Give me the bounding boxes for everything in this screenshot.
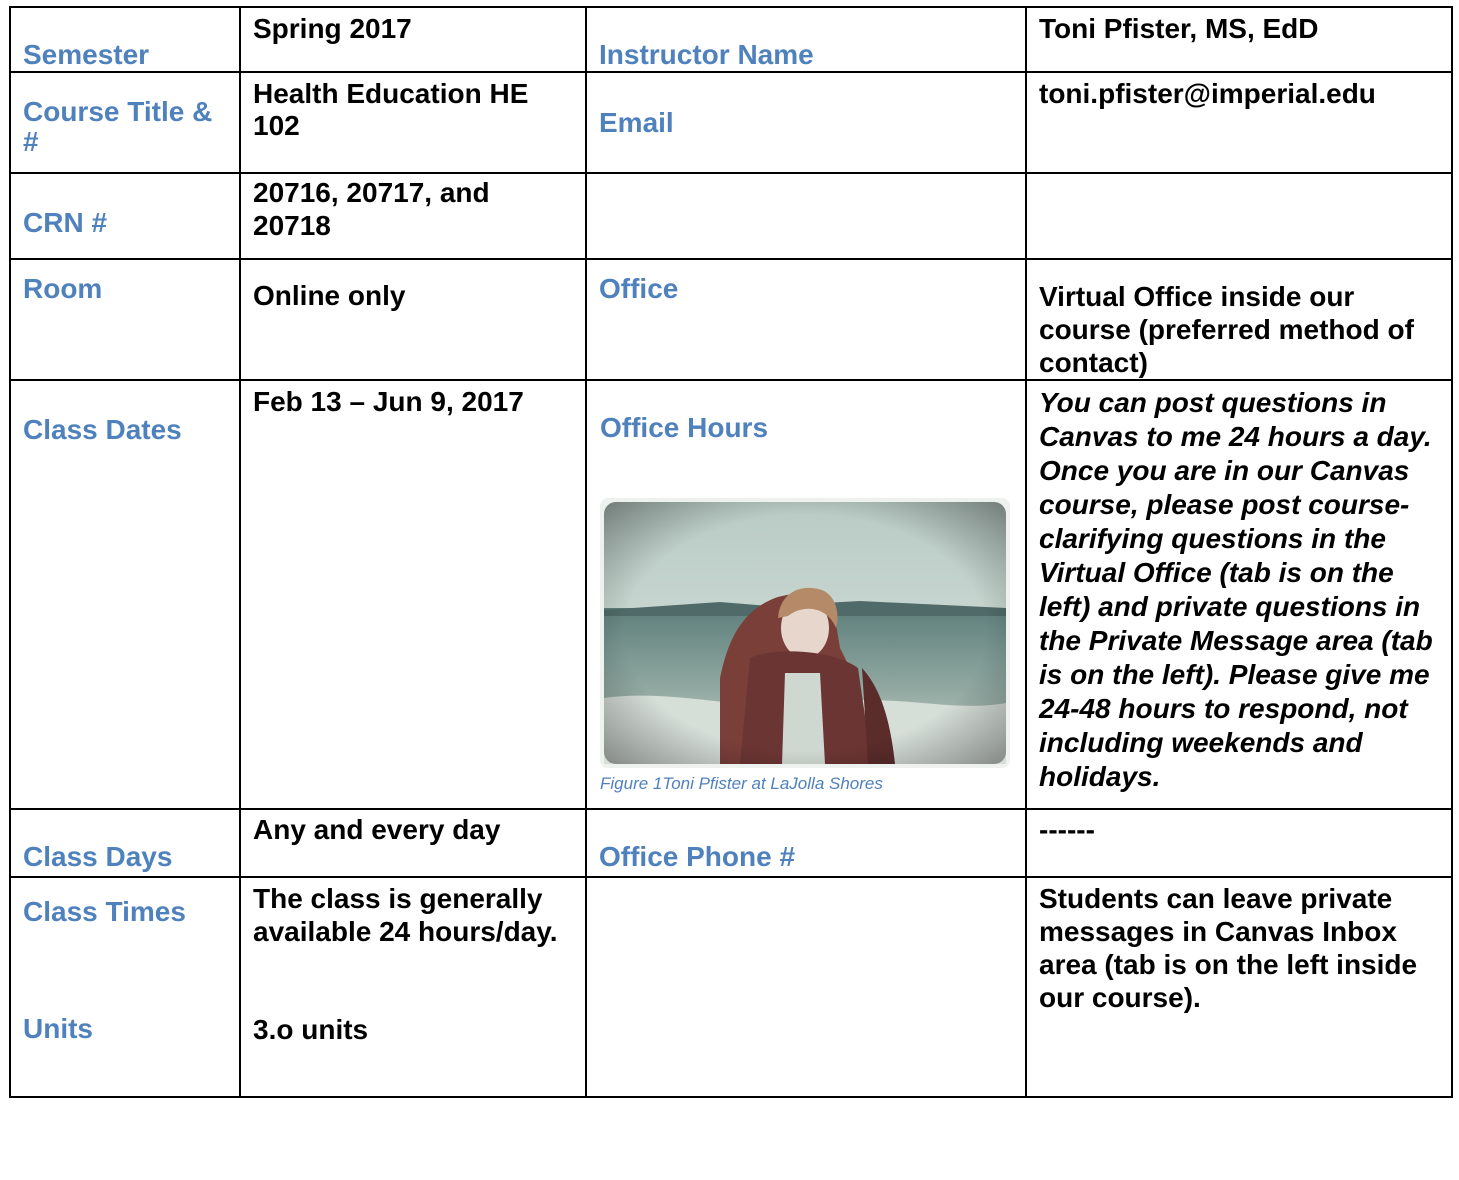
email-label: Email — [585, 71, 1027, 174]
row-class-dates: Class Dates Feb 13 – Jun 9, 2017 Office … — [9, 379, 1453, 810]
office-value: Virtual Office inside our course (prefer… — [1025, 258, 1453, 381]
course-info-table: Semester Spring 2017 Instructor Name Ton… — [9, 6, 1453, 1098]
messages-value: Students can leave private messages in C… — [1025, 876, 1453, 1098]
office-hours-cell: Office Hours Figure 1Toni Pfister at LaJ… — [585, 379, 1027, 810]
office-phone-label: Office Phone # — [585, 808, 1027, 878]
class-times-cell: Class Times Units — [9, 876, 241, 1098]
course-title-label: Course Title & # — [9, 71, 241, 174]
class-times-empty-cell — [585, 876, 1027, 1098]
room-label: Room — [9, 258, 241, 381]
class-dates-value: Feb 13 – Jun 9, 2017 — [239, 379, 587, 810]
row-class-times: Class Times Units The class is generally… — [9, 876, 1453, 1098]
crn-empty-cell — [585, 172, 1027, 260]
photo-caption: Figure 1Toni Pfister at LaJolla Shores — [600, 774, 883, 793]
units-label: Units — [23, 1013, 93, 1044]
instructor-photo — [600, 498, 1010, 768]
course-title-value: Health Education HE 102 — [239, 71, 587, 174]
class-days-value: Any and every day — [239, 808, 587, 878]
row-class-days: Class Days Any and every day Office Phon… — [9, 808, 1453, 878]
instructor-name-value: Toni Pfister, MS, EdD — [1025, 6, 1453, 73]
class-times-cell-value: The class is generally available 24 hour… — [239, 876, 587, 1098]
office-phone-value: ------ — [1025, 808, 1453, 878]
instructor-name-label: Instructor Name — [585, 6, 1027, 73]
email-value: toni.pfister@imperial.edu — [1025, 71, 1453, 174]
office-hours-value: You can post questions in Canvas to me 2… — [1025, 379, 1453, 810]
semester-label: Semester — [9, 6, 241, 73]
crn-value: 20716, 20717, and 20718 — [239, 172, 587, 260]
row-course-title: Course Title & # Health Education HE 102… — [9, 71, 1453, 174]
row-semester: Semester Spring 2017 Instructor Name Ton… — [9, 6, 1453, 73]
units-value: 3.o units — [253, 1014, 369, 1045]
class-times-label: Class Times — [23, 896, 186, 927]
crn-empty-value — [1025, 172, 1453, 260]
semester-value: Spring 2017 — [239, 6, 587, 73]
class-dates-label: Class Dates — [9, 379, 241, 810]
class-days-label: Class Days — [9, 808, 241, 878]
row-room: Room Online only Office Virtual Office i… — [9, 258, 1453, 381]
crn-label: CRN # — [9, 172, 241, 260]
office-hours-label: Office Hours — [600, 412, 769, 443]
class-times-value: The class is generally available 24 hour… — [253, 883, 558, 947]
office-label: Office — [585, 258, 1027, 381]
row-crn: CRN # 20716, 20717, and 20718 — [9, 172, 1453, 260]
room-value: Online only — [239, 258, 587, 381]
